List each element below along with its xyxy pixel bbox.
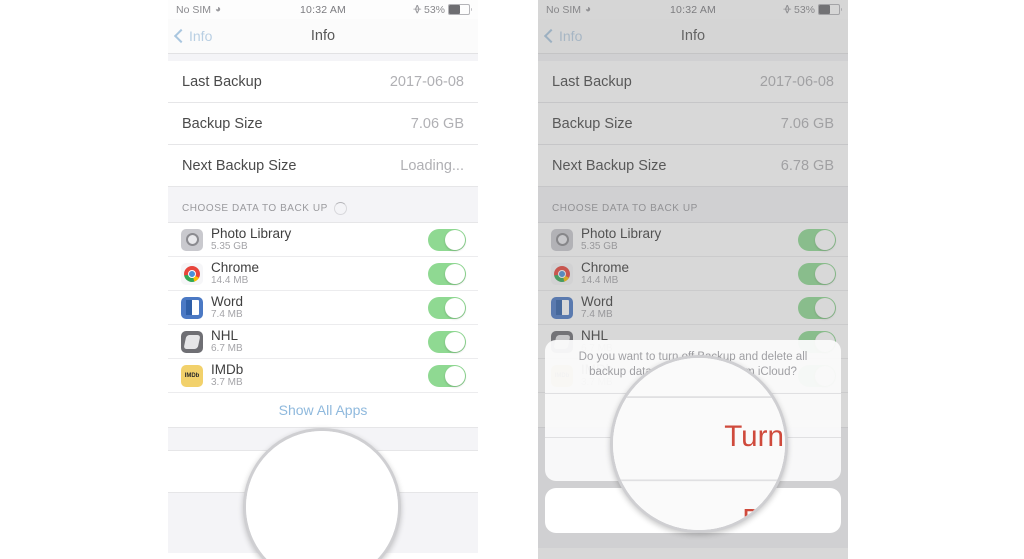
table-row[interactable]: Last Backup 2017-06-08	[538, 61, 848, 103]
app-name: IMDb	[211, 361, 244, 377]
list-item-text: IMDb 3.7 MB	[211, 361, 244, 389]
row-value: 2017-06-08	[389, 73, 464, 90]
app-size: 5.35 GB	[211, 240, 248, 252]
table-row[interactable]: Next Backup Size Loading...	[168, 145, 478, 187]
list-item[interactable]: Photo Library 5.35 GB	[538, 223, 848, 257]
magnifier-lens-right: Do you want to turn off Backup and delet…	[610, 355, 788, 533]
app-size: 5.35 GB	[581, 240, 618, 252]
row-label: Backup Size	[552, 115, 633, 132]
section-header-choose-data: CHOOSE DATA TO BACK UP	[538, 194, 848, 223]
list-item-text: Word 7.4 MB	[211, 293, 244, 321]
word-app-icon	[181, 296, 203, 319]
camera-app-icon	[551, 228, 573, 251]
list-item-text: NHL 6.7 MB	[211, 327, 243, 355]
toggle-switch[interactable]	[428, 330, 466, 353]
row-label: Backup Size	[182, 115, 263, 132]
battery-percent-label: 53%	[423, 3, 445, 16]
app-name: Photo Library	[211, 225, 292, 241]
app-name: Chrome	[211, 259, 260, 275]
table-row[interactable]: Next Backup Size 6.78 GB	[538, 145, 848, 187]
row-value: Loading...	[400, 157, 464, 174]
row-label: Next Backup Size	[182, 157, 297, 174]
list-item[interactable]: IMDb IMDb 3.7 MB	[168, 359, 478, 393]
magnifier-lens-left: Delete Backup	[243, 428, 401, 559]
app-size: 7.4 MB	[211, 308, 243, 320]
app-size: 3.7 MB	[211, 376, 243, 388]
toggle-switch[interactable]	[798, 296, 836, 319]
magnified-turn-off-label[interactable]: Turn Off & Delete	[613, 398, 785, 480]
row-value: 6.78 GB	[780, 157, 834, 174]
row-value: 2017-06-08	[759, 73, 834, 90]
app-name: NHL	[211, 327, 239, 343]
list-gap	[168, 54, 478, 61]
chrome-app-icon	[551, 262, 573, 285]
status-right-group: ᚖ 53%	[783, 3, 842, 16]
list-item-text: Word 7.4 MB	[581, 293, 614, 321]
battery-percent-label: 53%	[793, 3, 815, 16]
magnifier-content-right: Do you want to turn off Backup and delet…	[613, 358, 785, 530]
nav-bar-left: Info Info	[168, 19, 478, 54]
section-header-label: CHOOSE DATA TO BACK UP	[552, 202, 698, 214]
table-row[interactable]: Backup Size 7.06 GB	[168, 103, 478, 145]
battery-icon	[818, 4, 842, 15]
nhl-app-icon	[181, 330, 203, 353]
imdb-app-icon: IMDb	[181, 364, 203, 387]
row-label: Last Backup	[182, 73, 262, 90]
toggle-switch[interactable]	[798, 228, 836, 251]
bluetooth-icon: ᚖ	[413, 3, 421, 15]
status-right-group: ᚖ 53%	[413, 3, 472, 16]
status-bar-left: No SIM ◕ 10:32 AM ᚖ 53%	[168, 0, 478, 19]
list-item-text: Photo Library 5.35 GB	[211, 225, 292, 253]
page-title: Info	[310, 28, 336, 44]
list-item-text: Photo Library 5.35 GB	[581, 225, 662, 253]
app-size: 14.4 MB	[211, 274, 249, 286]
show-all-apps-button[interactable]: Show All Apps	[168, 393, 478, 428]
row-value: 7.06 GB	[780, 115, 834, 132]
table-row[interactable]: Last Backup 2017-06-08	[168, 61, 478, 103]
app-name: Chrome	[581, 259, 630, 275]
app-name: Word	[581, 293, 614, 309]
list-item-text: Chrome 14.4 MB	[581, 259, 630, 287]
table-row[interactable]: Backup Size 7.06 GB	[538, 103, 848, 145]
chrome-app-icon	[181, 262, 203, 285]
app-size: 6.7 MB	[211, 342, 243, 354]
row-label: Last Backup	[552, 73, 632, 90]
page-title: Info	[680, 28, 706, 44]
section-header-choose-data: CHOOSE DATA TO BACK UP	[168, 194, 478, 223]
list-item[interactable]: Photo Library 5.35 GB	[168, 223, 478, 257]
toggle-switch[interactable]	[798, 262, 836, 285]
magnifier-content-left: Delete Backup	[246, 431, 398, 559]
list-item-text: Chrome 14.4 MB	[211, 259, 260, 287]
magnified-sheet-message: Do you want to turn off Backup and delet…	[613, 358, 785, 397]
section-header-label: CHOOSE DATA TO BACK UP	[182, 202, 328, 214]
bluetooth-icon: ᚖ	[783, 3, 791, 15]
nav-bar-right: Info Info	[538, 19, 848, 54]
list-gap	[538, 187, 848, 194]
camera-app-icon	[181, 228, 203, 251]
word-app-icon	[551, 296, 573, 319]
list-gap	[538, 54, 848, 61]
app-size: 7.4 MB	[581, 308, 613, 320]
screenshot-stage: No SIM ◕ 10:32 AM ᚖ 53% Info Info Last B…	[0, 0, 1024, 559]
loading-spinner-icon	[333, 201, 347, 215]
toggle-switch[interactable]	[428, 228, 466, 251]
toggle-switch[interactable]	[428, 262, 466, 285]
list-item[interactable]: NHL 6.7 MB	[168, 325, 478, 359]
row-label: Next Backup Size	[552, 157, 667, 174]
battery-icon	[448, 4, 472, 15]
list-item[interactable]: Chrome 14.4 MB	[538, 257, 848, 291]
list-item[interactable]: Word 7.4 MB	[168, 291, 478, 325]
app-name: Photo Library	[581, 225, 662, 241]
list-item[interactable]: Word 7.4 MB	[538, 291, 848, 325]
list-item[interactable]: Chrome 14.4 MB	[168, 257, 478, 291]
row-value: 7.06 GB	[410, 115, 464, 132]
app-name: Word	[211, 293, 244, 309]
toggle-switch[interactable]	[428, 296, 466, 319]
magnified-delete-backup-label[interactable]: Delete Backup	[613, 481, 785, 530]
toggle-switch[interactable]	[428, 364, 466, 387]
list-gap	[168, 187, 478, 194]
app-size: 14.4 MB	[581, 274, 619, 286]
status-bar-right: No SIM ◕ 10:32 AM ᚖ 53%	[538, 0, 848, 19]
